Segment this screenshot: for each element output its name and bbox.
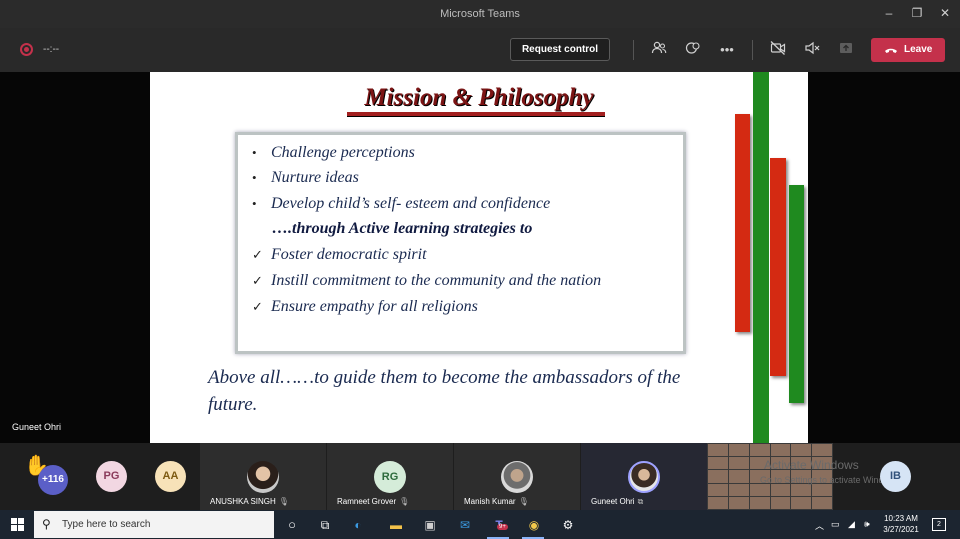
decorative-red-bar	[770, 158, 786, 376]
mic-muted-icon: 🎙	[278, 497, 289, 506]
file-explorer-icon[interactable]: ▬	[387, 516, 405, 534]
participant-tile[interactable]: Manish Kumar 🎙	[454, 443, 580, 510]
participant-name: ANUSHKA SINGH 🎙	[210, 497, 289, 506]
sharing-icon: ⧉	[637, 497, 644, 506]
cortana-icon[interactable]: ○	[283, 516, 301, 534]
bullet-item: • Nurture ideas	[252, 169, 359, 186]
settings-icon[interactable]: ⚙	[559, 516, 577, 534]
more-participants-button[interactable]: +116	[38, 465, 68, 495]
check-item: ✓ Foster democratic spirit	[252, 246, 427, 263]
leave-label: Leave	[904, 44, 933, 55]
windows-start-icon[interactable]	[11, 518, 24, 531]
microphone-off-icon[interactable]	[802, 40, 822, 60]
presenter-name: Guneet Ohri	[12, 422, 62, 432]
closing-line: Above all……to guide them to become the a…	[208, 367, 681, 388]
mic-muted-icon: 🎙	[399, 497, 410, 506]
share-tray-icon[interactable]	[836, 40, 856, 60]
teams-badge: 9+	[497, 524, 508, 530]
taskbar-clock[interactable]: 10:23 AM 3/27/2021	[881, 513, 921, 535]
avatar	[247, 461, 279, 493]
hang-up-icon	[884, 38, 898, 71]
participant-tile[interactable]: RG Ramneet Grover 🎙	[327, 443, 453, 510]
recording-icon	[20, 43, 33, 56]
network-icon[interactable]: ◢	[848, 519, 855, 530]
minimize-icon[interactable]: –	[881, 6, 897, 20]
mic-muted-icon: 🎙	[518, 497, 529, 506]
check-item: ✓ Instill commitment to the community and…	[252, 272, 602, 289]
mail-icon[interactable]: ✉	[456, 516, 474, 534]
slide-title: Mission & Philosophy	[364, 84, 594, 111]
avatar[interactable]: IB	[880, 461, 911, 492]
title-bar: Microsoft Teams – ❐ ✕	[0, 0, 960, 28]
more-actions-icon[interactable]: •••	[717, 40, 737, 60]
participant-name: Guneet Ohri ⧉	[591, 497, 644, 506]
decorative-green-bar	[789, 185, 804, 403]
bullet-item: • Challenge perceptions	[252, 144, 415, 161]
reactions-icon[interactable]	[683, 40, 703, 60]
meeting-toolbar: --:-- Request control ••• Leave	[0, 28, 960, 72]
camera-off-icon[interactable]	[768, 40, 788, 60]
participant-name: Manish Kumar 🎙	[464, 497, 529, 506]
leave-button[interactable]: Leave	[871, 38, 945, 62]
meeting-timer: --:--	[43, 44, 60, 55]
request-control-button[interactable]: Request control	[510, 38, 610, 61]
decorative-red-bar	[735, 114, 750, 332]
participants-icon[interactable]	[649, 40, 669, 60]
notifications-button[interactable]: 2	[932, 518, 946, 531]
participant-tile[interactable]: Guneet Ohri ⧉	[581, 443, 707, 510]
task-view-icon[interactable]: ⧉	[316, 516, 334, 534]
avatar: RG	[374, 461, 406, 493]
mission-box: • Challenge perceptions • Nurture ideas • D…	[235, 132, 686, 354]
store-icon[interactable]: ▣	[421, 516, 439, 534]
windows-taskbar: ⚲ Type here to search ○ ⧉ ◐ ▬ ▣ ✉ T 9+ ◉…	[0, 510, 960, 539]
close-icon[interactable]: ✕	[937, 6, 953, 20]
taskbar-search[interactable]: ⚲ Type here to search	[34, 511, 274, 538]
show-hidden-icons-icon[interactable]: ︿	[815, 519, 824, 532]
participant-tile[interactable]: ANUSHKA SINGH 🎙	[200, 443, 326, 510]
closing-line: future.	[208, 394, 258, 415]
presentation-slide: Mission & Philosophy • Challenge percepti…	[150, 72, 808, 443]
toolbar-divider	[752, 40, 753, 60]
search-placeholder: Type here to search	[62, 519, 151, 530]
restore-icon[interactable]: ❐	[909, 6, 925, 20]
teams-window: Microsoft Teams – ❐ ✕ --:-- Request cont…	[0, 0, 960, 539]
strategies-subheading: ….through Active learning strategies to	[272, 220, 533, 237]
toolbar-divider	[633, 40, 634, 60]
window-title: Microsoft Teams	[440, 8, 520, 20]
decorative-green-bar	[753, 72, 769, 443]
avatar[interactable]: PG	[96, 461, 127, 492]
title-underline	[347, 112, 605, 117]
volume-icon[interactable]: 🕪	[864, 519, 870, 530]
shared-screen-stage: Mission & Philosophy • Challenge percepti…	[0, 72, 960, 443]
avatar	[501, 461, 533, 493]
check-item: ✓ Ensure empathy for all religions	[252, 298, 478, 315]
edge-icon[interactable]: ◐	[349, 516, 367, 534]
search-icon: ⚲	[42, 517, 51, 531]
participant-strip: ✋ +116 PG AA ANUSHKA SINGH 🎙 RG Ramneet G…	[0, 443, 960, 510]
participant-name: Ramneet Grover 🎙	[337, 497, 410, 506]
avatar[interactable]: AA	[155, 461, 186, 492]
avatar	[628, 461, 660, 493]
chrome-icon[interactable]: ◉	[525, 516, 543, 534]
meet-now-icon[interactable]: ▭	[831, 519, 840, 530]
closing-statement: Above all……to guide them to become the a…	[208, 364, 718, 418]
bullet-item: • Develop child’s self- esteem and confid…	[252, 195, 551, 212]
